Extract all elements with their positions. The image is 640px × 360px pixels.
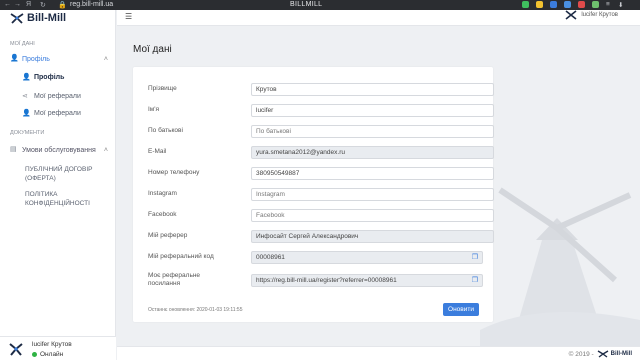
- field-label: Facebook: [148, 211, 177, 218]
- copy-icon[interactable]: ❐: [472, 253, 478, 261]
- form-row-email: E-Mail: [148, 146, 494, 159]
- status-badge: Онлайн: [32, 351, 63, 358]
- refresh-icon[interactable]: ↻: [40, 1, 46, 9]
- section-heading-my-data: МОЇ ДАНІ: [10, 41, 35, 47]
- sidebar-group-profile[interactable]: 👤 Профіль ˄: [10, 55, 108, 63]
- profile-form-card: Прізвище Ім'я По батькові E-Mail Номер т…: [133, 67, 494, 322]
- page-title: Мої дані: [133, 44, 172, 55]
- form-row-referrer: Мій реферер: [148, 230, 494, 243]
- menu-toggle-icon[interactable]: ☰: [125, 12, 132, 21]
- form-row-last-name: Прізвище: [148, 83, 494, 96]
- copy-icon[interactable]: ❐: [472, 276, 478, 284]
- user-icon: 👤: [22, 110, 31, 117]
- brand-logo[interactable]: Bill-Mill: [10, 12, 66, 24]
- referral-link-field[interactable]: [251, 274, 483, 287]
- sidebar-item-label: Мої реферали: [34, 92, 81, 100]
- field-label: Мій реферальний код: [148, 253, 214, 260]
- sidebar-group-terms[interactable]: ▤ Умови обслуговування ˄: [10, 146, 108, 154]
- sidebar-item-referrals[interactable]: 👤 Мої реферали: [22, 109, 81, 118]
- sidebar-group-label: Умови обслуговування: [22, 146, 96, 154]
- current-user[interactable]: lucifer Крутов Онлайн: [0, 336, 116, 360]
- bookmarks-icon[interactable]: ≡: [606, 1, 610, 8]
- document-icon: ▤: [10, 146, 17, 153]
- window-title: BILLMILL: [290, 1, 323, 8]
- form-row-referral-code: Мій реферальний код ❐: [148, 251, 483, 264]
- top-user-name: lucifer Крутов: [581, 12, 618, 18]
- form-row-referral-link: Моє реферальне посилання ❐: [148, 272, 483, 287]
- windmill-logo-icon: [10, 12, 24, 24]
- chevron-up-icon: ˄: [103, 146, 108, 154]
- footer: © 2019 - Bill-Mill: [117, 346, 640, 360]
- field-label: Instagram: [148, 190, 177, 197]
- field-label: Мій реферер: [148, 232, 188, 239]
- share-icon: ⋖: [22, 93, 28, 100]
- last-updated-text: Останнє оновлення: 2020-01-03 19:11:55: [148, 307, 243, 313]
- user-icon: 👤: [22, 74, 31, 81]
- extension-icon[interactable]: [578, 1, 585, 8]
- instagram-field[interactable]: [251, 188, 494, 201]
- first-name-field[interactable]: [251, 104, 494, 117]
- field-label: По батькові: [148, 127, 183, 134]
- form-row-facebook: Facebook: [148, 209, 494, 222]
- sidebar-item-profile[interactable]: 👤 Профіль: [22, 73, 65, 82]
- browser-menu-button[interactable]: Я: [26, 1, 31, 8]
- extension-icon[interactable]: [550, 1, 557, 8]
- extension-icon[interactable]: [592, 1, 599, 8]
- sidebar-group-label: Профіль: [22, 55, 50, 63]
- download-icon[interactable]: ⬇: [618, 1, 623, 9]
- field-label: Прізвище: [148, 85, 177, 92]
- avatar: [8, 342, 24, 356]
- referral-code-field[interactable]: [251, 251, 483, 264]
- online-dot-icon: [32, 352, 37, 357]
- sidebar-item-referrals[interactable]: ⋖ Мої реферали: [22, 92, 81, 101]
- status-text: Онлайн: [40, 351, 64, 358]
- forward-arrow-icon[interactable]: →: [14, 1, 21, 8]
- facebook-field[interactable]: [251, 209, 494, 222]
- form-row-phone: Номер телефону: [148, 167, 494, 180]
- brand-name: Bill-Mill: [27, 12, 67, 24]
- field-label: Номер телефону: [148, 169, 200, 176]
- sidebar-item-label: Профіль: [34, 73, 65, 81]
- update-button[interactable]: Оновити: [443, 303, 479, 316]
- section-heading-documents: ДОКУМЕНТИ: [10, 130, 45, 136]
- field-label: E-Mail: [148, 148, 167, 155]
- user-name: lucifer Крутов: [32, 341, 72, 348]
- form-row-patronymic: По батькові: [148, 125, 494, 138]
- lock-icon: 🔒: [58, 2, 67, 9]
- user-icon: 👤: [10, 55, 19, 62]
- patronymic-field[interactable]: [251, 125, 494, 138]
- avatar: [565, 10, 577, 20]
- back-arrow-icon[interactable]: ←: [4, 1, 11, 8]
- footer-brand: Bill-Mill: [610, 351, 632, 357]
- windmill-logo-icon: [597, 350, 609, 358]
- chevron-up-icon: ˄: [103, 55, 108, 63]
- address-bar[interactable]: reg.bill-mill.ua: [70, 1, 113, 8]
- browser-toolbar: ← → Я ↻ 🔒 reg.bill-mill.ua BILLMILL ≡ ⬇: [0, 0, 640, 10]
- sidebar: Bill-Mill МОЇ ДАНІ 👤 Профіль ˄ 👤 Профіль…: [0, 10, 116, 360]
- top-user-menu[interactable]: lucifer Крутов: [564, 10, 618, 20]
- copyright: © 2019 - Bill-Mill: [569, 350, 632, 358]
- extension-icon[interactable]: [536, 1, 543, 8]
- field-label: Моє реферальне посилання: [148, 272, 201, 287]
- last-name-field[interactable]: [251, 83, 494, 96]
- sidebar-doc-privacy-policy[interactable]: ПОЛІТИКА КОНФІДЕНЦІЙНОСТІ: [25, 190, 110, 208]
- windmill-illustration: [480, 187, 640, 350]
- form-row-instagram: Instagram: [148, 188, 494, 201]
- copyright-text: © 2019 -: [568, 350, 594, 358]
- form-row-first-name: Ім'я: [148, 104, 494, 117]
- phone-field[interactable]: [251, 167, 494, 180]
- referrer-field: [251, 230, 494, 243]
- shield-extension-icon[interactable]: [522, 1, 529, 8]
- field-label: Ім'я: [148, 106, 160, 113]
- sidebar-item-label: Мої реферали: [34, 109, 81, 117]
- top-bar: ☰ lucifer Крутов: [117, 10, 640, 26]
- extension-icon[interactable]: [564, 1, 571, 8]
- email-field: [251, 146, 494, 159]
- sidebar-doc-public-offer[interactable]: ПУБЛІЧНИЙ ДОГОВІР (Оферта): [25, 165, 110, 183]
